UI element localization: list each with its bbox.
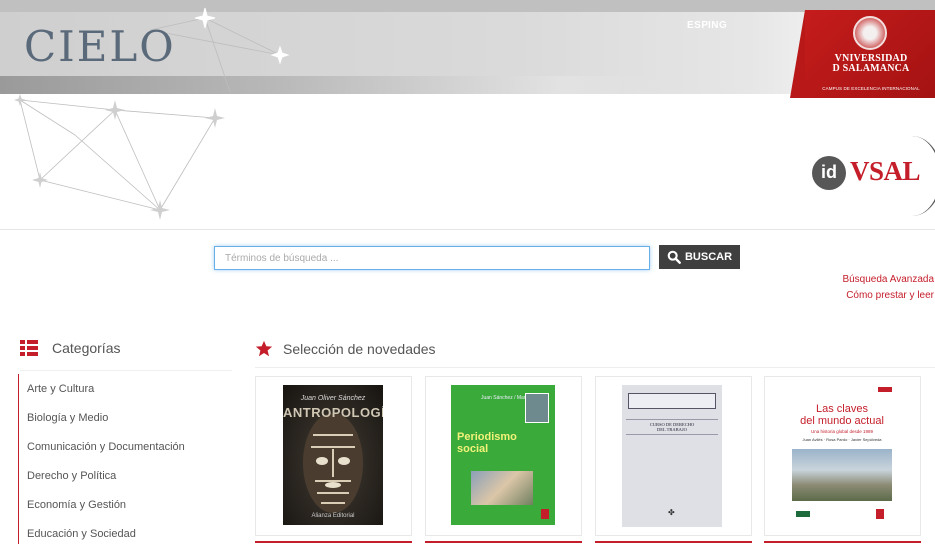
cielo-logo[interactable]: CIELO	[24, 22, 176, 71]
book-author: Juan Oliver Sánchez	[300, 395, 366, 402]
site-header: CIELO ESP ING VNIVERSIDAD D SALAMANCA CA…	[0, 0, 935, 230]
book-card[interactable]: Las claves del mundo actual Una historia…	[764, 376, 921, 543]
usal-seal-icon	[853, 16, 887, 50]
book-publisher: Alianza Editorial	[311, 513, 355, 519]
categories-header: Categorías	[20, 340, 120, 356]
idvsal-text: VSAL	[850, 156, 921, 186]
book-cover: Las claves del mundo actual Una historia…	[790, 385, 894, 527]
cover-photo	[471, 471, 533, 505]
cover-author-box	[628, 393, 716, 409]
book-cover: CURSO DE DERECHO DEL TRABAJO ✤	[622, 385, 722, 527]
lang-esp-link[interactable]: ESP	[687, 20, 709, 31]
search-icon	[667, 250, 681, 264]
publisher-mark	[541, 509, 549, 519]
book-title: Las claves del mundo actual	[800, 403, 884, 427]
new-selection-title: Selección de novedades	[283, 341, 436, 357]
categories-title: Categorías	[52, 340, 121, 356]
book-card[interactable]: CURSO DE DERECHO DEL TRABAJO ✤	[595, 376, 752, 543]
categories-separator	[20, 370, 232, 371]
search-button-label: BUSCAR	[684, 251, 733, 263]
publisher-tag	[878, 387, 892, 392]
book-cover: Juan Oliver Sánchez ANTROPOLOGÍA Alianza…	[283, 385, 383, 525]
list-icon	[20, 340, 38, 356]
publisher-icon: ✤	[668, 508, 675, 517]
publisher-logo-right	[876, 509, 884, 519]
usal-subtitle: CAMPUS DE EXCELENCIA INTERNACIONAL	[822, 86, 920, 91]
usal-name: VNIVERSIDAD D SALAMANCA	[832, 53, 910, 74]
advanced-search-link[interactable]: Búsqueda Avanzada	[842, 274, 934, 285]
new-selection-separator	[255, 367, 935, 368]
search-button[interactable]: BUSCAR	[659, 245, 740, 269]
new-selection-header: Selección de novedades	[255, 340, 436, 358]
book-title: ANTROPOLOGÍA	[283, 405, 383, 420]
star-icon	[255, 340, 273, 357]
category-item[interactable]: Economía y Gestión	[18, 490, 233, 519]
cover-photo-small	[525, 393, 549, 423]
usal-logo[interactable]: VNIVERSIDAD D SALAMANCA CAMPUS DE EXCELE…	[805, 10, 935, 98]
header-divider	[0, 229, 935, 230]
idvsal-badge: id	[812, 156, 846, 190]
category-item[interactable]: Arte y Cultura	[18, 374, 233, 403]
category-item[interactable]: Comunicación y Documentación	[18, 432, 233, 461]
book-card[interactable]: Juan Sánchez / Marta Lorenzo Periodismo …	[425, 376, 582, 543]
category-item[interactable]: Derecho y Política	[18, 461, 233, 490]
book-cover: Juan Sánchez / Marta Lorenzo Periodismo …	[451, 385, 555, 525]
cover-photo	[792, 449, 892, 501]
book-title: Periodismo social	[457, 431, 517, 455]
book-authors: Juan Avilés · Rosa Pardo · Javier Sepúlv…	[802, 437, 882, 442]
category-list: Arte y Cultura Biología y Medio Comunica…	[18, 374, 233, 544]
lang-ing-link[interactable]: ING	[708, 20, 727, 31]
category-item[interactable]: Biología y Medio	[18, 403, 233, 432]
book-card[interactable]: Juan Oliver Sánchez ANTROPOLOGÍA Alianza…	[255, 376, 412, 543]
book-subtitle: Una historia global desde 1989	[810, 429, 874, 434]
book-title: CURSO DE DERECHO DEL TRABAJO	[626, 419, 718, 435]
search-input[interactable]	[214, 246, 650, 270]
usal-logo-edge	[790, 10, 805, 98]
publisher-logo-left	[796, 511, 810, 517]
lend-read-link[interactable]: Cómo prestar y leer	[846, 290, 934, 301]
category-item[interactable]: Educación y Sociedad	[18, 519, 233, 544]
